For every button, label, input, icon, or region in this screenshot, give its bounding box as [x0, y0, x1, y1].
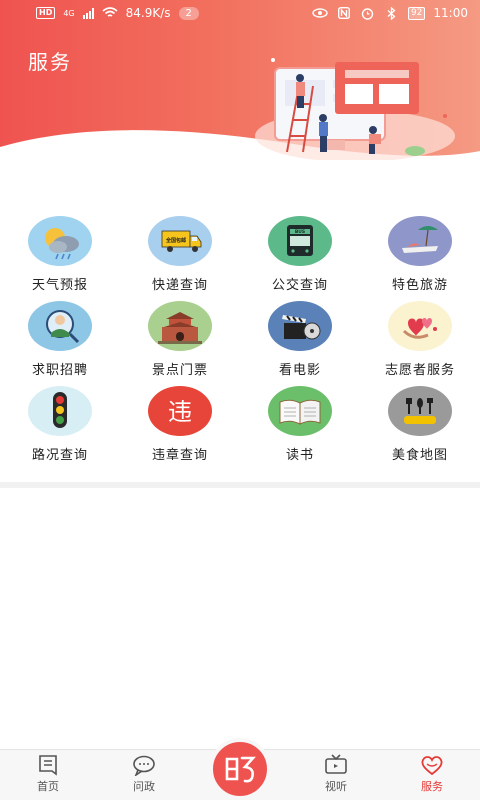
service-jobs[interactable]: 求职招聘	[0, 301, 120, 386]
hd-badge: HD	[36, 7, 56, 19]
bluetooth-icon	[384, 6, 400, 20]
violation-glyph: 违	[168, 398, 192, 426]
service-food-map[interactable]: 美食地图	[360, 386, 480, 471]
center-logo-button[interactable]	[209, 738, 271, 800]
nav-service[interactable]: 服务	[384, 750, 480, 800]
service-label: 特色旅游	[391, 278, 448, 293]
film-clapper-icon	[268, 301, 332, 351]
battery-icon: 92	[407, 6, 426, 20]
service-delivery[interactable]: 全国包邮 快递查询	[120, 216, 240, 301]
page-title: 服务	[28, 50, 72, 74]
network-type: 4G	[63, 8, 75, 18]
service-bus[interactable]: BUS 公交查询	[240, 216, 360, 301]
service-tickets[interactable]: 景点门票	[120, 301, 240, 386]
travel-icon	[388, 216, 452, 266]
service-label: 求职招聘	[31, 363, 88, 378]
nav-video[interactable]: 视听	[288, 750, 384, 800]
logo-icon	[225, 756, 256, 783]
service-label: 快递查询	[151, 278, 208, 293]
service-label: 路况查询	[31, 448, 88, 463]
job-seeker-icon	[28, 301, 92, 351]
signal-icon	[82, 7, 94, 19]
service-label: 公交查询	[271, 278, 328, 293]
wifi-icon	[102, 7, 118, 17]
service-weather[interactable]: 天气预报	[0, 216, 120, 301]
eye-icon	[312, 6, 328, 20]
bus-icon: BUS	[268, 216, 332, 266]
notification-count: 2	[178, 6, 199, 20]
service-volunteer[interactable]: 志愿者服务	[360, 301, 480, 386]
network-speed: 84.9K/s	[125, 6, 171, 20]
service-grid: 天气预报 全国包邮 快递查询 BUS 公交查询 特色旅游 求职招聘 景点门票 看…	[0, 216, 480, 471]
landmark-gate-icon	[148, 301, 212, 351]
service-label: 违章查询	[151, 448, 208, 463]
service-label: 看电影	[278, 363, 321, 378]
traffic-light-icon	[28, 386, 92, 436]
nav-home[interactable]: 首页	[0, 750, 96, 800]
news-page-icon	[39, 755, 57, 776]
nav-center	[192, 738, 288, 800]
chat-bubble-icon	[133, 755, 155, 776]
status-bar: HD 4G 84.9K/s 2 92 11:00	[0, 0, 480, 26]
volunteer-hearts-icon	[388, 301, 452, 351]
delivery-truck-icon: 全国包邮	[148, 216, 212, 266]
violation-icon: 违	[148, 386, 212, 436]
weather-icon	[28, 216, 92, 266]
nfc-icon	[336, 6, 352, 20]
section-divider	[0, 482, 480, 488]
nav-video-label: 视听	[325, 780, 347, 793]
clock-time: 11:00	[433, 6, 468, 20]
service-traffic[interactable]: 路况查询	[0, 386, 120, 471]
food-map-icon	[388, 386, 452, 436]
book-icon	[268, 386, 332, 436]
bottom-nav: 首页 问政 视听 服务	[0, 738, 480, 800]
nav-politics[interactable]: 问政	[96, 750, 192, 800]
service-reading[interactable]: 读书	[240, 386, 360, 471]
service-label: 天气预报	[31, 278, 88, 293]
service-label: 景点门票	[151, 363, 208, 378]
truck-label: 全国包邮	[165, 237, 186, 244]
bus-label: BUS	[295, 229, 305, 235]
nav-service-label: 服务	[421, 780, 443, 793]
nav-home-label: 首页	[37, 780, 59, 793]
service-screen: 服务 HD 4G 84.9K/s 2 92 11:00 天气预报 全国包邮 快递…	[0, 0, 480, 800]
header-illustration	[255, 58, 455, 160]
service-movies[interactable]: 看电影	[240, 301, 360, 386]
service-violation[interactable]: 违 违章查询	[120, 386, 240, 471]
service-label: 志愿者服务	[384, 363, 455, 378]
service-label: 美食地图	[391, 448, 448, 463]
nav-politics-label: 问政	[133, 780, 155, 793]
service-travel[interactable]: 特色旅游	[360, 216, 480, 301]
alarm-icon	[360, 6, 376, 20]
tv-icon	[325, 754, 347, 774]
service-label: 读书	[285, 448, 314, 463]
heart-icon	[421, 756, 443, 776]
